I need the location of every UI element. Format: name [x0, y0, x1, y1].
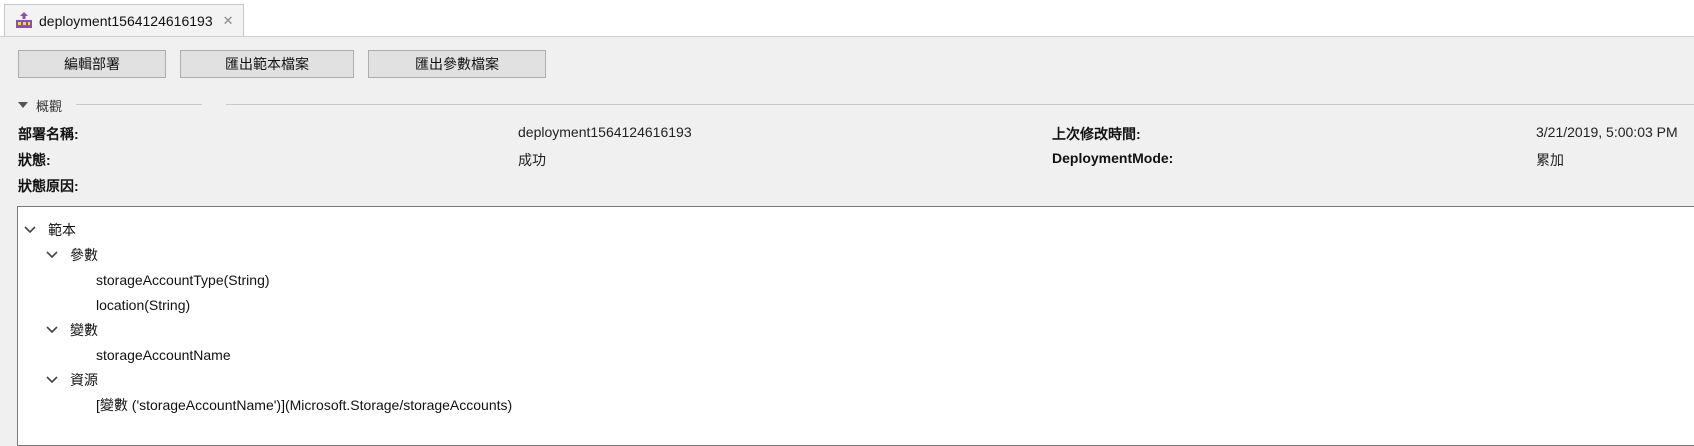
tree-leaf[interactable]: storageAccountType(String) [96, 269, 270, 291]
tree-leaf[interactable]: location(String) [96, 294, 190, 316]
status-value: 成功 [518, 152, 546, 168]
template-tree[interactable]: 範本 參數 storageAccountType(String) locatio… [17, 206, 1694, 446]
deployment-mode-label: DeploymentMode: [1052, 150, 1174, 166]
deployment-mode-value: 累加 [1536, 152, 1564, 168]
export-template-button[interactable]: 匯出範本檔案 [180, 50, 354, 78]
tree-node-resources[interactable]: 資源 [44, 369, 98, 391]
status-label: 狀態: [18, 152, 51, 168]
chevron-down-icon[interactable] [44, 247, 60, 263]
tree-leaf[interactable]: [變數 ('storageAccountName')](Microsoft.St… [96, 394, 512, 416]
chevron-down-icon[interactable] [44, 372, 60, 388]
deployment-name-label: 部署名稱: [18, 126, 79, 142]
tree-node-template[interactable]: 範本 [22, 219, 76, 241]
tree-node-variables[interactable]: 變數 [44, 319, 98, 341]
close-icon[interactable]: ✕ [223, 13, 234, 29]
divider-left [76, 104, 202, 105]
overview-section-toggle[interactable]: 概觀 [18, 96, 62, 114]
edit-deployment-button[interactable]: 編輯部署 [18, 50, 166, 78]
last-modified-label: 上次修改時間: [1052, 126, 1141, 142]
chevron-down-icon[interactable] [44, 322, 60, 338]
status-reason-label: 狀態原因: [18, 178, 79, 194]
deployment-icon [13, 10, 35, 32]
deployment-name-value: deployment1564124616193 [518, 124, 692, 140]
tab-bar: deployment1564124616193 ✕ [0, 0, 1694, 37]
tab-deployment[interactable]: deployment1564124616193 ✕ [4, 4, 244, 36]
tree-node-label: 參數 [70, 247, 98, 263]
chevron-down-icon[interactable] [22, 222, 38, 238]
tree-node-label: 資源 [70, 372, 98, 388]
tree-leaf[interactable]: storageAccountName [96, 344, 231, 366]
overview-header: 概觀 [36, 98, 63, 114]
divider-right [226, 104, 1694, 105]
tree-node-label: 範本 [48, 222, 76, 238]
export-parameters-button[interactable]: 匯出參數檔案 [368, 50, 546, 78]
last-modified-value: 3/21/2019, 5:00:03 PM [1536, 124, 1678, 140]
tree-node-label: 變數 [70, 322, 98, 338]
tab-title: deployment1564124616193 [39, 12, 213, 29]
collapse-triangle-icon [18, 102, 28, 108]
tree-node-parameters[interactable]: 參數 [44, 244, 98, 266]
